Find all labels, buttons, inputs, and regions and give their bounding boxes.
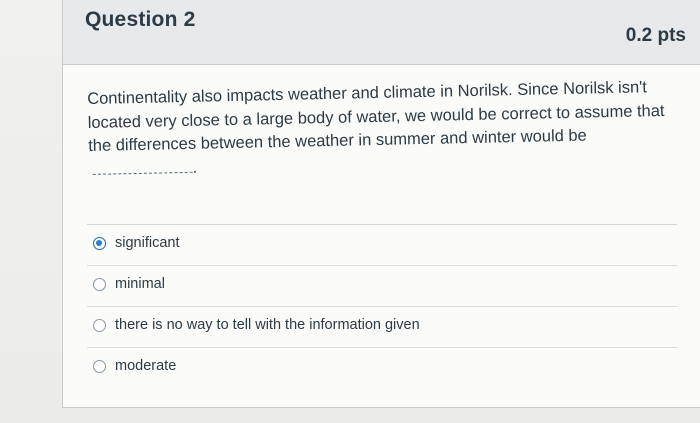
radio-button[interactable] (93, 278, 106, 291)
radio-button[interactable] (93, 360, 106, 373)
answer-label[interactable]: there is no way to tell with the informa… (115, 317, 420, 333)
answer-option-no-way-to-tell[interactable]: there is no way to tell with the informa… (87, 306, 677, 347)
answer-label[interactable]: minimal (115, 276, 165, 292)
quiz-page: Question 2 0.2 pts Continentality also i… (0, 0, 700, 423)
radio-button-selected[interactable] (93, 237, 106, 250)
question-points: 0.2 pts (625, 25, 686, 46)
question-end: . (192, 158, 198, 177)
question-body: Continentality also impacts weather and … (87, 78, 665, 155)
answer-label[interactable]: significant (115, 235, 179, 251)
answer-option-significant[interactable]: significant (87, 224, 677, 265)
question-header: Question 2 0.2 pts (63, 0, 700, 65)
radio-button[interactable] (93, 319, 106, 332)
answer-option-moderate[interactable]: moderate (87, 347, 677, 388)
answer-option-minimal[interactable]: minimal (87, 265, 677, 306)
answer-blank (92, 159, 193, 175)
answer-list: significant minimal there is no way to t… (87, 224, 677, 388)
question-text: Continentality also impacts weather and … (87, 76, 679, 182)
answer-label[interactable]: moderate (115, 358, 176, 374)
question-title: Question 2 (85, 8, 196, 31)
question-card: Question 2 0.2 pts Continentality also i… (62, 0, 700, 408)
